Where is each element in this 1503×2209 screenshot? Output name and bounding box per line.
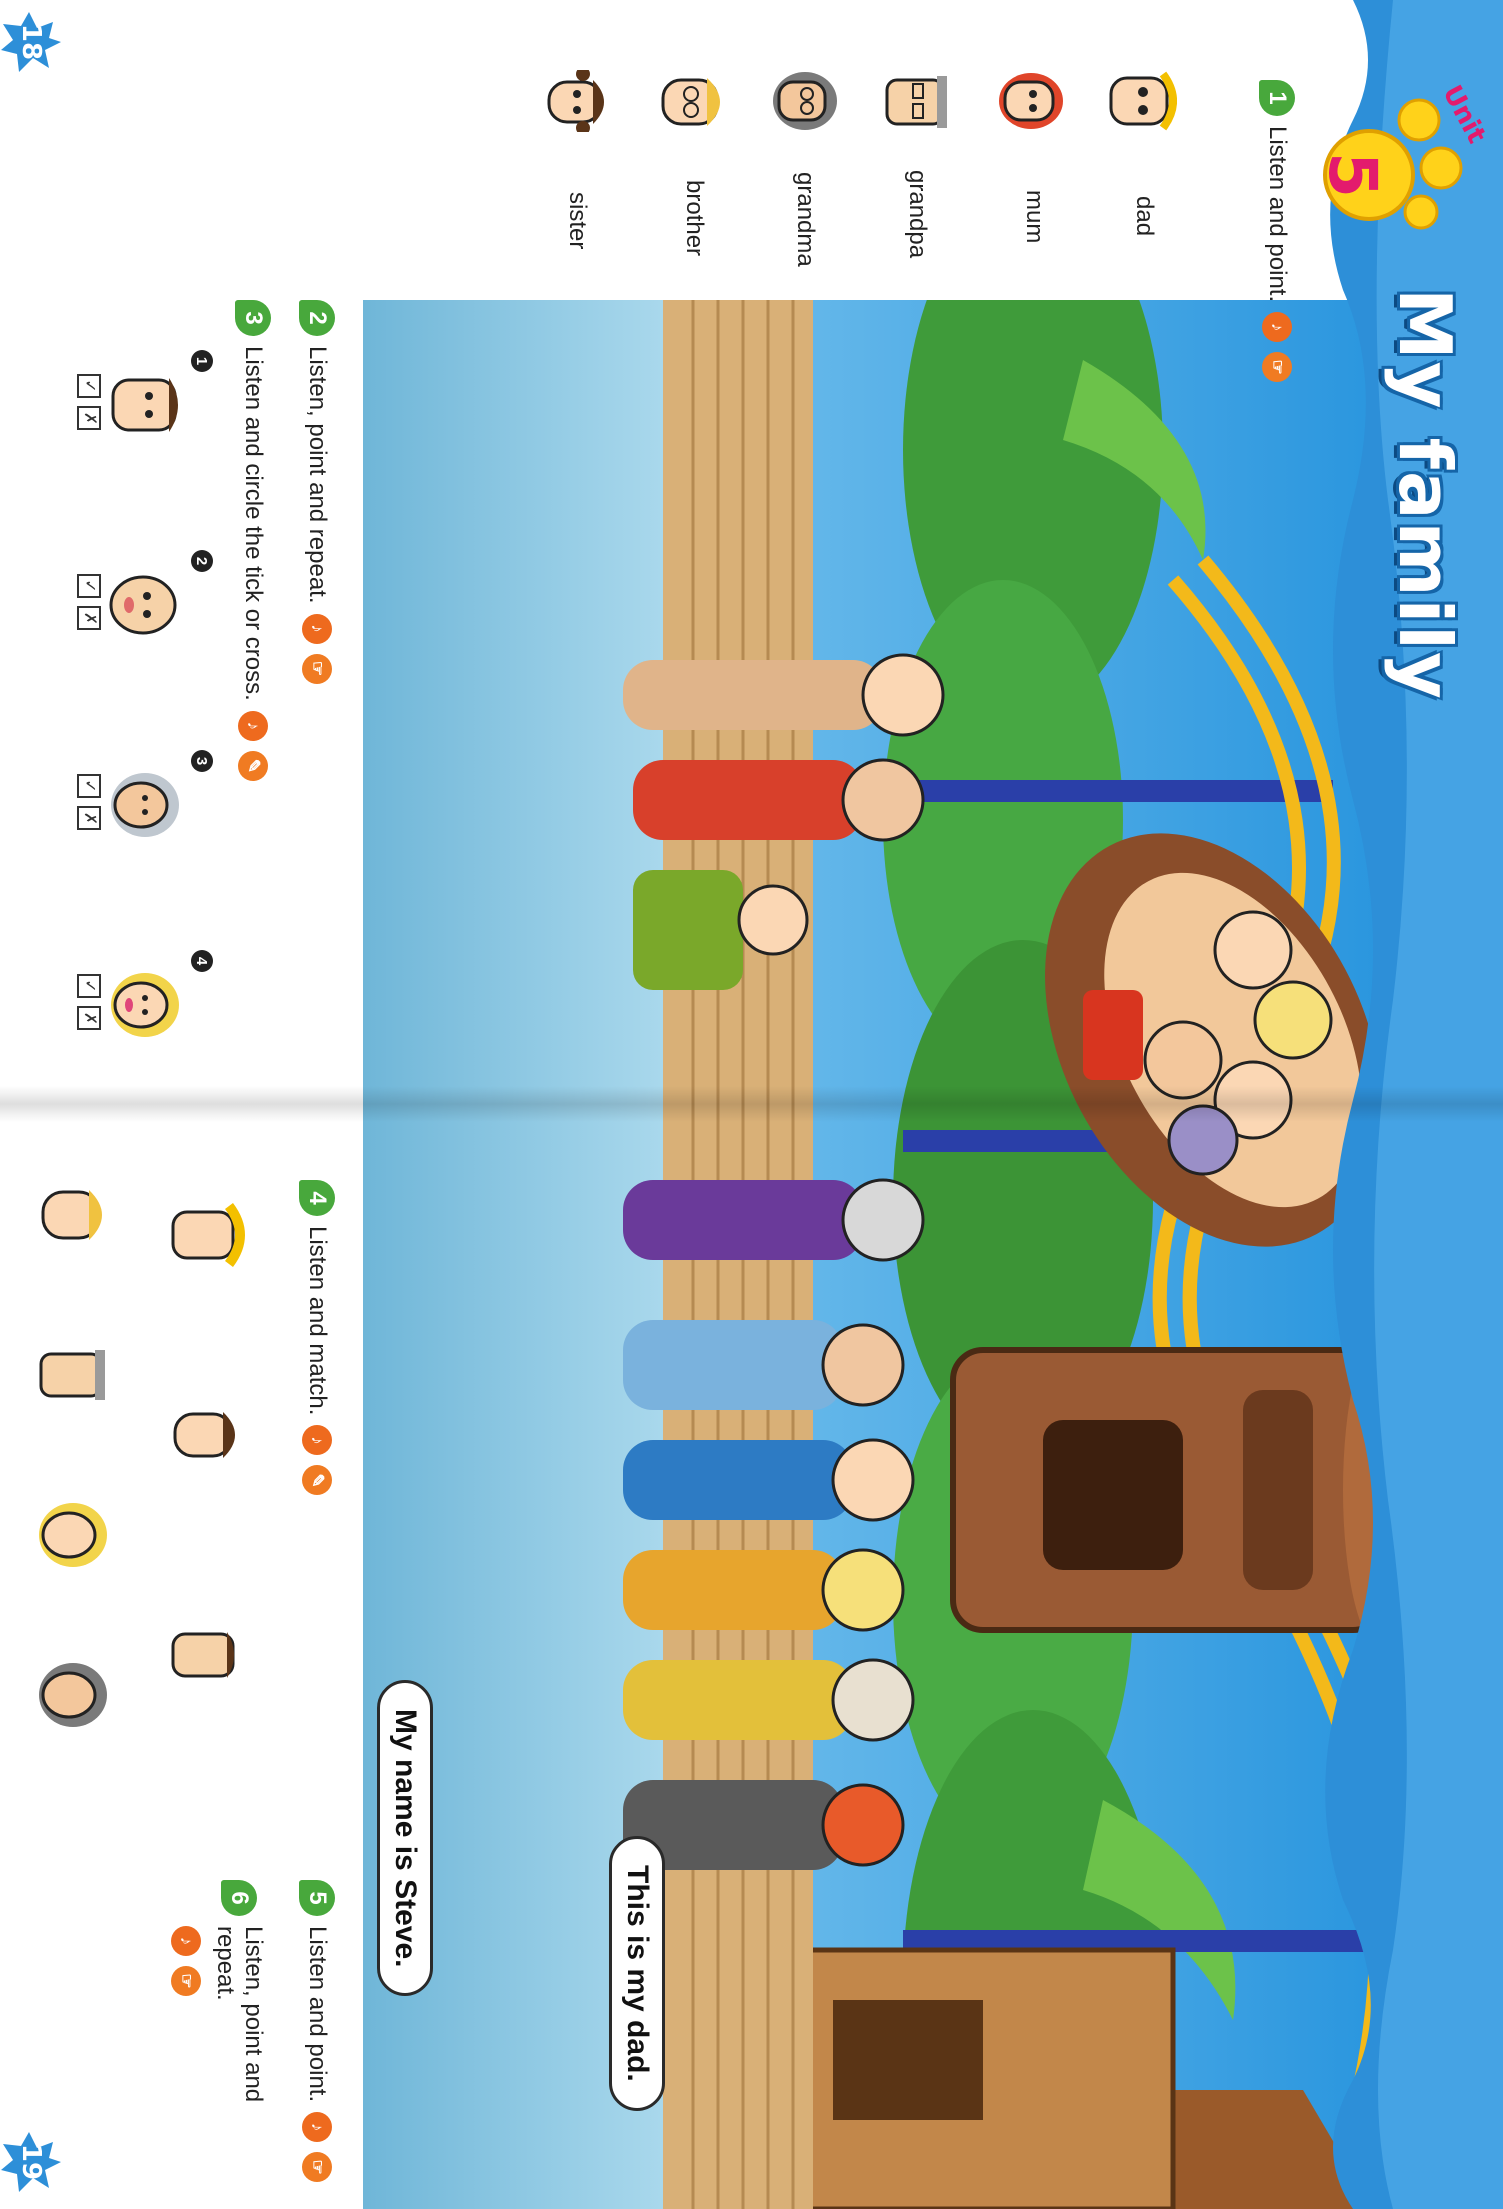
exercise-instruction: Listen and point.	[304, 1926, 331, 2103]
tick-box[interactable]: ✓	[77, 574, 101, 598]
exercise-3: 3 Listen and circle the tick or cross. ♪…	[235, 300, 271, 781]
pencil-icon[interactable]: ✎	[302, 1465, 332, 1496]
exercise-instruction: Listen and circle the tick or cross.	[240, 346, 267, 701]
tick-box[interactable]: ✓	[77, 974, 101, 998]
hand-icon[interactable]: ☞	[302, 653, 332, 684]
mum-face-icon[interactable]	[33, 1500, 113, 1570]
vocab-word: mum	[1021, 190, 1048, 244]
ear-icon[interactable]: ♪	[302, 1425, 332, 1456]
brother-face-icon	[657, 70, 729, 132]
mum-face-icon	[997, 70, 1069, 132]
tick-cross-item: 3 ✓ ✗	[77, 750, 213, 840]
tick-box[interactable]: ✓	[77, 774, 101, 798]
page-number-right: 19	[0, 2130, 63, 2194]
ear-icon[interactable]: ♪	[1262, 312, 1292, 343]
book-spine-shadow	[0, 1086, 1503, 1122]
vocab-word: sister	[564, 192, 591, 250]
hand-icon[interactable]: ☞	[171, 1966, 201, 1996]
exercise-number: 2	[299, 300, 335, 336]
exercise-4: 4 Listen and match. ♪ ✎	[299, 1180, 335, 1496]
ear-icon[interactable]: ♪	[171, 1926, 201, 1956]
ear-icon[interactable]: ♪	[238, 710, 268, 741]
dad-face-icon	[111, 378, 178, 432]
open-book-spread: Unit 5 My family 1 Listen and point. ♪ ☞…	[0, 0, 1503, 2209]
dad-face-icon[interactable]	[165, 1200, 245, 1270]
hand-icon[interactable]: ☞	[302, 2152, 332, 2183]
cross-box[interactable]: ✗	[77, 606, 101, 631]
speech-bubble-dad: This is my dad.	[609, 1836, 665, 2111]
item-number: 3	[191, 750, 213, 772]
speech-bubble-name: My name is Steve.	[377, 1680, 433, 1997]
man-face-icon[interactable]	[165, 1620, 245, 1690]
exercise-6: 6 Listen, point and repeat. ♪ ☞	[171, 1880, 267, 2180]
grandma-face-icon	[111, 773, 179, 837]
item-number: 2	[191, 550, 213, 572]
item-number: 4	[191, 950, 213, 972]
exercise-number: 1	[1259, 80, 1295, 116]
unit-title: My family	[1383, 288, 1467, 701]
photo-stage: Unit 5 My family 1 Listen and point. ♪ ☞…	[0, 0, 1503, 2209]
ear-icon[interactable]: ♪	[302, 2112, 332, 2143]
sister-face-icon	[541, 67, 613, 135]
vocab-word: dad	[1131, 196, 1158, 237]
exercise-number: 3	[235, 300, 271, 336]
tick-cross-item: 4 ✓ ✗	[77, 950, 213, 1040]
hand-icon[interactable]: ☞	[1262, 352, 1292, 383]
unit-number: 5	[1314, 152, 1391, 198]
exercise-1: 1 Listen and point. ♪ ☞	[1259, 80, 1295, 383]
exercise-instruction: Listen and match.	[304, 1226, 331, 1416]
unit-title-wrap: My family	[1383, 288, 1467, 701]
exercise-number: 6	[221, 1880, 257, 1916]
tick-cross-item: 1 ✓ ✗	[77, 350, 213, 440]
exercise-instruction: Listen, point and repeat.	[304, 346, 331, 604]
grandpa-face-icon	[881, 70, 953, 132]
exercise-number: 5	[299, 1880, 335, 1916]
exercise-5: 5 Listen and point. ♪ ☞	[299, 1880, 335, 2183]
mum-face-icon	[111, 973, 179, 1037]
tick-box[interactable]: ✓	[77, 374, 101, 398]
brother-face-icon[interactable]	[33, 1180, 113, 1250]
grandpa-face-icon[interactable]	[33, 1340, 113, 1410]
sister-face-icon[interactable]	[165, 1400, 245, 1470]
pencil-icon[interactable]: ✎	[238, 750, 268, 781]
tick-cross-item: 2 ✓ ✗	[77, 550, 213, 640]
exercise-number: 4	[299, 1180, 335, 1216]
exercise-instruction: Listen and point.	[1264, 126, 1291, 303]
vocab-word: grandma	[792, 172, 819, 267]
dad-face-icon	[1105, 70, 1177, 132]
grandpa-face-icon	[109, 575, 177, 635]
exercise-instruction: Listen, point and repeat.	[212, 1926, 267, 2103]
cross-box[interactable]: ✗	[77, 406, 101, 431]
exercise-2: 2 Listen, point and repeat. ♪ ☞	[299, 300, 335, 684]
page-number-left: 18	[0, 10, 63, 74]
item-number: 1	[191, 350, 213, 372]
cross-box[interactable]: ✗	[77, 1006, 101, 1031]
vocab-word: brother	[681, 180, 708, 257]
grandma-face-icon[interactable]	[33, 1660, 113, 1730]
grandma-face-icon	[769, 70, 841, 132]
ear-icon[interactable]: ♪	[302, 613, 332, 644]
cross-box[interactable]: ✗	[77, 806, 101, 831]
vocab-word: grandpa	[904, 170, 931, 259]
